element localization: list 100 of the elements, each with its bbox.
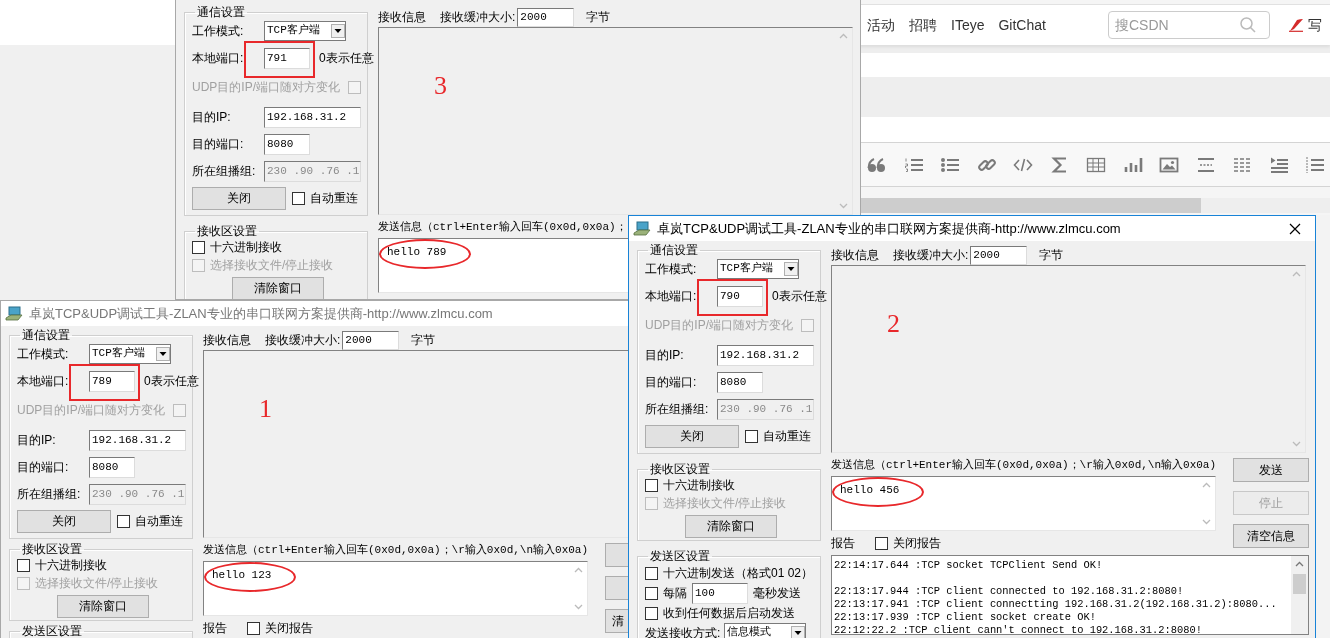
unit-label: 字节: [1039, 247, 1064, 263]
quote-icon[interactable]: [867, 155, 887, 174]
horizontal-rule-icon[interactable]: [1195, 155, 1216, 174]
bar-chart-icon[interactable]: [1122, 155, 1143, 174]
nav-link[interactable]: 活动: [867, 16, 895, 34]
nav-link[interactable]: 写: [1308, 16, 1322, 34]
close-connection-button[interactable]: 关闭: [645, 424, 739, 448]
checkbox[interactable]: [745, 429, 758, 443]
message-field[interactable]: hello 123: [203, 561, 588, 616]
annotation-number: 3: [434, 70, 447, 102]
checkbox[interactable]: [117, 514, 130, 528]
port-field[interactable]: 791: [264, 47, 310, 69]
field-label: 目的端口:: [192, 136, 245, 152]
checkbox-label: UDP目的IP/端口随对方变化: [17, 403, 165, 418]
annotation-number: 2: [887, 308, 900, 340]
search-icon: [1239, 16, 1257, 34]
section-label: 报告: [831, 535, 855, 551]
section-label: 接收信息: [378, 9, 426, 25]
mode-dropdown[interactable]: TCP客户端: [264, 21, 346, 41]
bullet-list-icon[interactable]: [940, 155, 960, 174]
window-title: 卓岚TCP&UDP调试工具-ZLAN专业的串口联网方案提供商-http://www.zlmcu.com: [657, 220, 1121, 237]
line-list-icon[interactable]: [1305, 155, 1325, 174]
field-label: 目的IP:: [645, 347, 685, 363]
hint-text: 0表示任意: [772, 288, 827, 304]
checkbox[interactable]: [247, 621, 260, 635]
checkbox-label: 十六进制接收: [663, 477, 735, 493]
checkbox-label: 十六进制发送（格式01 02）: [663, 565, 814, 581]
group-title: 接收区设置: [649, 462, 711, 476]
group-title: 接收区设置: [196, 224, 258, 238]
field-label: 本地端口:: [192, 50, 245, 66]
checkbox-label: 选择接收文件/停止接收: [35, 575, 159, 591]
field-label: 目的IP:: [17, 432, 57, 448]
port-field[interactable]: 8080: [264, 133, 310, 155]
port-field[interactable]: 789: [89, 370, 135, 392]
checkbox-label: 收到任何数据后启动发送: [663, 605, 795, 621]
message-text: hello 456: [840, 484, 900, 496]
checkbox[interactable]: [875, 536, 888, 550]
action-button[interactable]: 发送: [1233, 458, 1309, 482]
window-title: 卓岚TCP&UDP调试工具-ZLAN专业的串口联网方案提供商-http://www.zlmcu.com: [29, 305, 493, 322]
caret-icon: [156, 347, 170, 361]
message-text: hello 123: [212, 569, 272, 581]
checkbox[interactable]: [192, 240, 205, 254]
checkbox[interactable]: [645, 566, 658, 580]
section-label: 发送信息（ctrl+Enter输入回车(0x0d,0x0a)；\r输入0x0d,\n输入0x0a): [203, 544, 589, 558]
port-field[interactable]: 8080: [89, 456, 135, 478]
field-label: 目的IP:: [192, 109, 232, 125]
group-title: 通信设置: [649, 243, 699, 257]
clear-window-button[interactable]: 清除窗口: [685, 515, 777, 538]
checkbox-label: 自动重连: [135, 513, 183, 529]
nav-link[interactable]: ITeye: [951, 16, 985, 34]
pen-icon[interactable]: [1288, 18, 1304, 32]
field-label: 发送接收方式:: [645, 625, 721, 638]
checkbox[interactable]: [292, 191, 305, 205]
mode-dropdown[interactable]: TCP客户端: [89, 344, 171, 364]
clear-window-button[interactable]: 清除窗口: [232, 277, 324, 299]
message-field[interactable]: hello 456: [831, 476, 1216, 531]
ip-field[interactable]: 192.168.31.2: [89, 429, 186, 451]
checkbox[interactable]: [645, 606, 658, 620]
field-label: 接收缓冲大小:: [893, 247, 969, 263]
caret-icon: [331, 24, 345, 38]
interval-field[interactable]: 100: [692, 582, 748, 604]
indent-icon[interactable]: [1268, 155, 1289, 174]
action-button[interactable]: 清空信息: [1233, 524, 1309, 548]
field-label: 所在组播组:: [17, 486, 82, 502]
nav-link[interactable]: 招聘: [909, 16, 937, 34]
field-label: 接收缓冲大小:: [440, 9, 516, 25]
field-label: 本地端口:: [17, 373, 70, 389]
close-connection-button[interactable]: 关闭: [192, 186, 286, 210]
buffer-field[interactable]: 2000: [342, 330, 400, 350]
clear-window-button[interactable]: 清除窗口: [57, 595, 149, 618]
image-icon[interactable]: [1159, 155, 1179, 174]
checkbox[interactable]: [645, 586, 658, 600]
checkbox-label: 选择接收文件/停止接收: [663, 495, 787, 511]
app-icon: [5, 305, 23, 322]
close-connection-button[interactable]: 关闭: [17, 509, 111, 533]
action-button[interactable]: 清: [605, 609, 630, 633]
buffer-field[interactable]: 2000: [517, 7, 575, 27]
checkbox[interactable]: [17, 558, 30, 572]
nav-link[interactable]: GitChat: [998, 16, 1046, 34]
field-label: 接收缓冲大小:: [265, 332, 341, 348]
field-label: 工作模式:: [17, 346, 70, 362]
hint-text: 0表示任意: [144, 373, 199, 389]
ip-field[interactable]: 192.168.31.2: [717, 344, 814, 366]
mode-dropdown[interactable]: 信息模式: [724, 623, 807, 638]
group-title: 发送区设置: [649, 549, 711, 563]
caret-icon: [784, 262, 798, 276]
table-icon[interactable]: [1086, 155, 1106, 174]
buffer-field[interactable]: 2000: [970, 245, 1028, 265]
port-field[interactable]: 8080: [717, 371, 763, 393]
checkbox-label: 十六进制接收: [35, 557, 107, 573]
checkbox-label: UDP目的IP/端口随对方变化: [192, 80, 340, 95]
scrollbar[interactable]: [1291, 556, 1308, 634]
dashed-lines-icon[interactable]: [1232, 155, 1252, 174]
ip-field[interactable]: 192.168.31.2: [264, 106, 361, 128]
annotation-number: 1: [259, 393, 272, 425]
checkbox[interactable]: [645, 478, 658, 492]
mode-dropdown[interactable]: TCP客户端: [717, 259, 799, 279]
checkbox-label: 自动重连: [763, 428, 811, 444]
port-field[interactable]: 790: [717, 285, 763, 307]
checkbox-label: 关闭报告: [265, 620, 313, 636]
